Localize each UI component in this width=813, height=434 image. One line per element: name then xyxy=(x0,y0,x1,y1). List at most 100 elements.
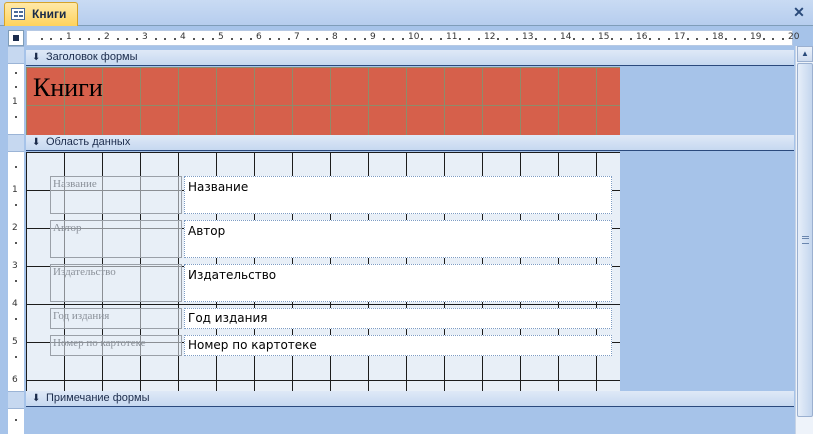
ruler-tick xyxy=(686,38,689,40)
ruler-tick xyxy=(392,38,394,40)
ruler-tick xyxy=(762,38,765,40)
ruler-tick xyxy=(154,38,157,40)
field-box-author[interactable]: Автор xyxy=(184,220,612,258)
ruler-number: 1 xyxy=(12,97,18,107)
ruler-number: 10 xyxy=(408,32,420,42)
ruler-tick xyxy=(116,38,119,40)
ruler-number: 1 xyxy=(12,185,18,195)
ruler-tick xyxy=(164,38,166,40)
ruler-tick xyxy=(439,38,442,40)
ruler-tick xyxy=(15,318,17,320)
ruler-number: 4 xyxy=(180,32,186,42)
ruler-number: 4 xyxy=(12,299,18,309)
field-label-title[interactable]: Название xyxy=(50,176,182,214)
ruler-tick xyxy=(667,38,670,40)
ruler-tick xyxy=(78,38,81,40)
ruler-tick xyxy=(15,72,17,74)
ruler-number: 7 xyxy=(294,32,300,42)
ruler-tick xyxy=(553,38,556,40)
ruler-number: 3 xyxy=(142,32,148,42)
ruler-tick xyxy=(192,38,195,40)
form-footer-area[interactable] xyxy=(26,408,794,434)
detail-area[interactable]: Название Название Автор Автор Издательст… xyxy=(26,152,620,391)
form-selector-button[interactable] xyxy=(8,30,24,46)
ruler-tick xyxy=(306,38,309,40)
ruler-tick xyxy=(620,38,622,40)
section-title: Примечание формы xyxy=(46,392,150,404)
ruler-tick xyxy=(15,280,17,282)
ruler-tick xyxy=(287,38,290,40)
ruler-number: 5 xyxy=(12,337,18,347)
field-label-catalog-number[interactable]: Номер по картотеке xyxy=(50,335,182,356)
ruler-tick xyxy=(572,38,575,40)
vertical-ruler-footer[interactable] xyxy=(8,409,24,434)
field-box-catalog-number[interactable]: Номер по картотеке xyxy=(184,335,612,356)
ruler-tick xyxy=(591,38,594,40)
form-header-area[interactable]: Книги xyxy=(26,67,620,135)
scroll-up-icon[interactable]: ▲ xyxy=(797,46,813,62)
section-bar-detail[interactable]: ⬇ Область данных xyxy=(26,135,794,151)
ruler-tick xyxy=(401,38,404,40)
ruler-tick xyxy=(88,38,90,40)
ruler-tick xyxy=(696,38,698,40)
ruler-tick xyxy=(40,38,43,40)
vertical-scrollbar[interactable]: ▲ xyxy=(795,46,813,434)
ruler-number: 15 xyxy=(598,32,610,42)
form-title-label[interactable]: Книги xyxy=(33,73,103,103)
ruler-tick xyxy=(658,38,660,40)
vertical-ruler-header[interactable]: 1 xyxy=(8,64,24,134)
ruler-tick xyxy=(135,38,138,40)
ruler-tick xyxy=(468,38,470,40)
ruler-number: 6 xyxy=(256,32,262,42)
ruler-number: 2 xyxy=(12,223,18,233)
ruler-tick xyxy=(430,38,432,40)
scroll-thumb[interactable] xyxy=(797,63,813,417)
field-box-year[interactable]: Год издания xyxy=(184,308,612,329)
horizontal-ruler[interactable]: 1 2 3 4 5 6 7 8 9 10 11 12 13 14 15 16 17 18 19 20 xyxy=(26,30,799,46)
ruler-number: 16 xyxy=(636,32,648,42)
field-label-year[interactable]: Год издания xyxy=(50,308,182,329)
ruler-tick xyxy=(211,38,214,40)
document-tab-strip: Книги ✕ xyxy=(0,0,813,26)
field-box-publisher[interactable]: Издательство xyxy=(184,264,612,302)
ruler-tick xyxy=(15,86,17,88)
document-tab-books[interactable]: Книги xyxy=(4,2,78,26)
ruler-tick xyxy=(15,242,17,244)
ruler-tick xyxy=(173,38,176,40)
document-tab-label: Книги xyxy=(32,7,67,21)
field-box-title[interactable]: Название xyxy=(184,176,612,214)
ruler-tick xyxy=(496,38,499,40)
ruler-tick xyxy=(230,38,233,40)
section-bar-form-footer[interactable]: ⬇ Примечание формы xyxy=(26,391,794,407)
ruler-tick xyxy=(506,38,508,40)
ruler-tick xyxy=(743,38,746,40)
ruler-number: 2 xyxy=(104,32,110,42)
arrow-down-icon: ⬇ xyxy=(32,52,41,63)
field-label-author[interactable]: Автор xyxy=(50,220,182,258)
ruler-number: 8 xyxy=(332,32,338,42)
ruler-tick xyxy=(240,38,242,40)
ruler-tick xyxy=(544,38,546,40)
ruler-tick xyxy=(344,38,347,40)
ruler-tick xyxy=(781,38,784,40)
arrow-down-icon: ⬇ xyxy=(32,393,41,404)
ruler-tick xyxy=(648,38,651,40)
ruler-tick xyxy=(316,38,318,40)
ruler-number: 17 xyxy=(674,32,686,42)
ruler-tick xyxy=(15,419,17,421)
close-icon[interactable]: ✕ xyxy=(791,4,807,20)
ruler-tick xyxy=(724,38,727,40)
ruler-tick xyxy=(610,38,613,40)
ruler-tick xyxy=(363,38,366,40)
ruler-tick xyxy=(126,38,128,40)
ruler-tick xyxy=(202,38,204,40)
vertical-ruler-detail[interactable]: 1 2 3 4 5 6 xyxy=(8,152,24,391)
ruler-number: 9 xyxy=(370,32,376,42)
ruler-tick xyxy=(477,38,480,40)
section-bar-form-header[interactable]: ⬇ Заголовок формы xyxy=(26,50,794,66)
ruler-tick xyxy=(629,38,632,40)
vertical-ruler-footer-gap xyxy=(8,391,24,409)
ruler-tick xyxy=(249,38,252,40)
ruler-tick xyxy=(772,38,774,40)
field-label-publisher[interactable]: Издательство xyxy=(50,264,182,302)
